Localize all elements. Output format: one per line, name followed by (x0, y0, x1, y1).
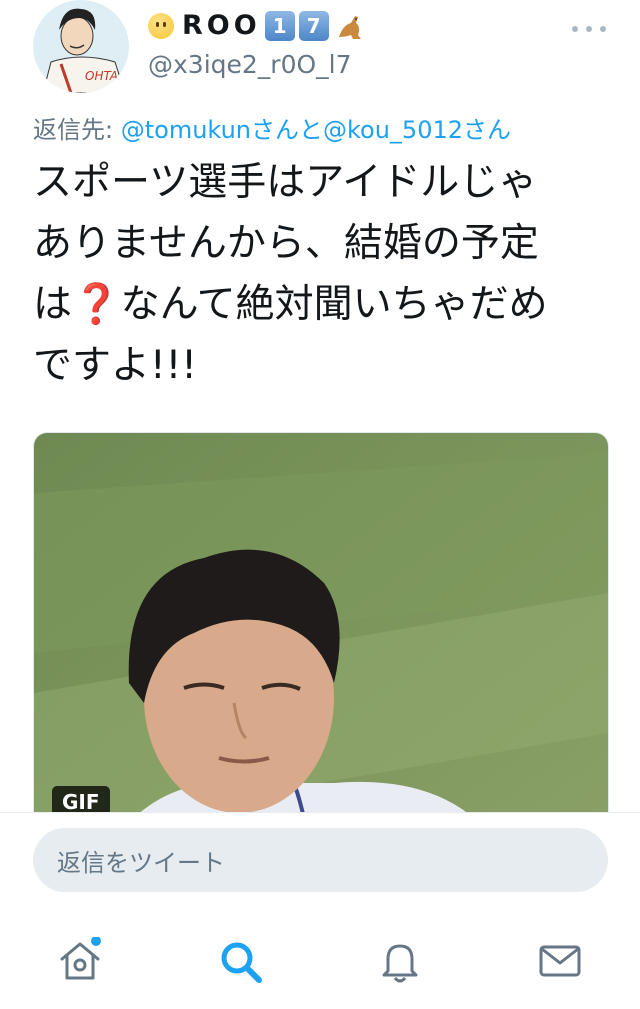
reply-mention-link[interactable]: @tomukunさん (121, 116, 299, 144)
tweet-text: スポーツ選手はアイドルじゃ ありませんから、結婚の予定 は❓なんて絶対聞いちゃだ… (33, 152, 613, 396)
tweet-text-line: ですよ!!! (33, 343, 197, 388)
reply-prefix: 返信先: (33, 116, 121, 144)
author-handle[interactable]: @x3iqe2_r0O_l7 (148, 50, 352, 79)
tweet-text-line: スポーツ選手はアイドルじゃ (33, 160, 538, 205)
reply-joiner: と (298, 116, 323, 144)
tweet-text-segment: は (33, 282, 73, 327)
reply-mention-link[interactable]: @kou_5012さん (323, 116, 511, 144)
notifications-icon[interactable] (376, 937, 424, 985)
display-name-text: ROO (182, 10, 261, 41)
bottom-tab-bar (0, 915, 640, 1008)
kangaroo-emoji-icon (338, 15, 361, 39)
keycap-digit: 7 (298, 10, 329, 41)
tweet-media-gif[interactable] (33, 432, 609, 854)
tweet-text-segment: なんて絶対聞いちゃだめ (120, 282, 548, 327)
home-icon[interactable] (56, 936, 104, 985)
tweet-text-line: は❓なんて絶対聞いちゃだめ (33, 274, 613, 335)
author-avatar[interactable]: OHTA (33, 0, 129, 93)
reply-tweet-input[interactable]: 返信をツイート (33, 828, 608, 892)
smiley-emoji-icon (148, 12, 174, 39)
keycap-digit: 1 (264, 10, 295, 41)
reply-context: 返信先: @tomukunさんと@kou_5012さん (33, 110, 511, 145)
svg-text:OHTA: OHTA (85, 69, 118, 83)
more-options-icon[interactable] (572, 24, 606, 34)
question-mark-emoji: ❓ (72, 282, 121, 327)
tweet-text-line: ありませんから、結婚の予定 (33, 221, 539, 266)
author-display-name[interactable]: ROO 1 7 (148, 10, 365, 41)
messages-icon[interactable] (536, 937, 584, 985)
search-icon[interactable] (216, 937, 264, 985)
